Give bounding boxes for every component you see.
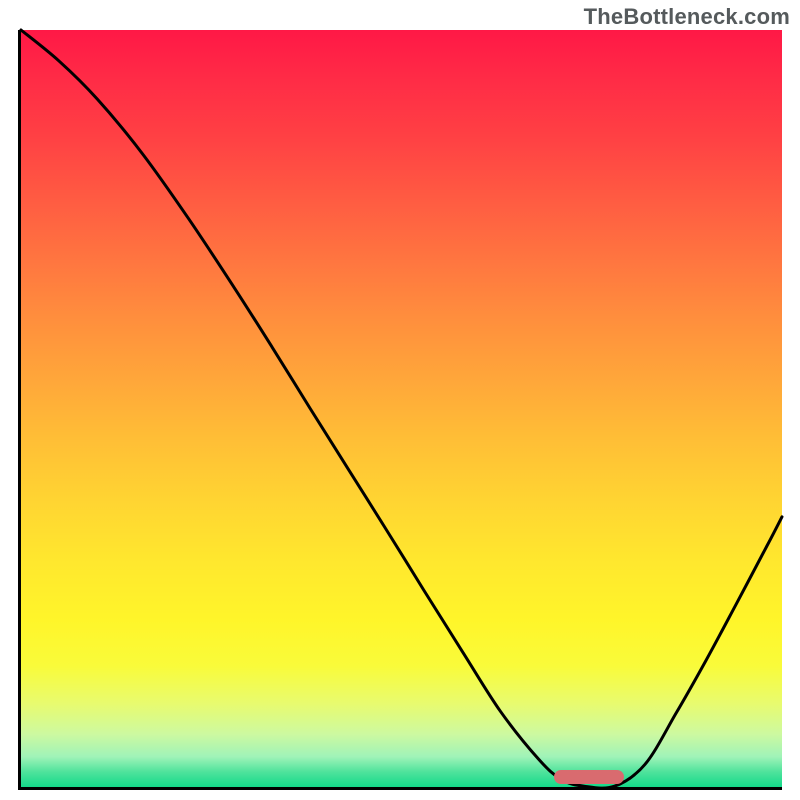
plot-area [18,30,782,790]
minimum-marker [554,770,624,784]
bottleneck-curve [21,30,782,787]
chart-container: TheBottleneck.com [0,0,800,800]
watermark-label: TheBottleneck.com [584,4,790,30]
